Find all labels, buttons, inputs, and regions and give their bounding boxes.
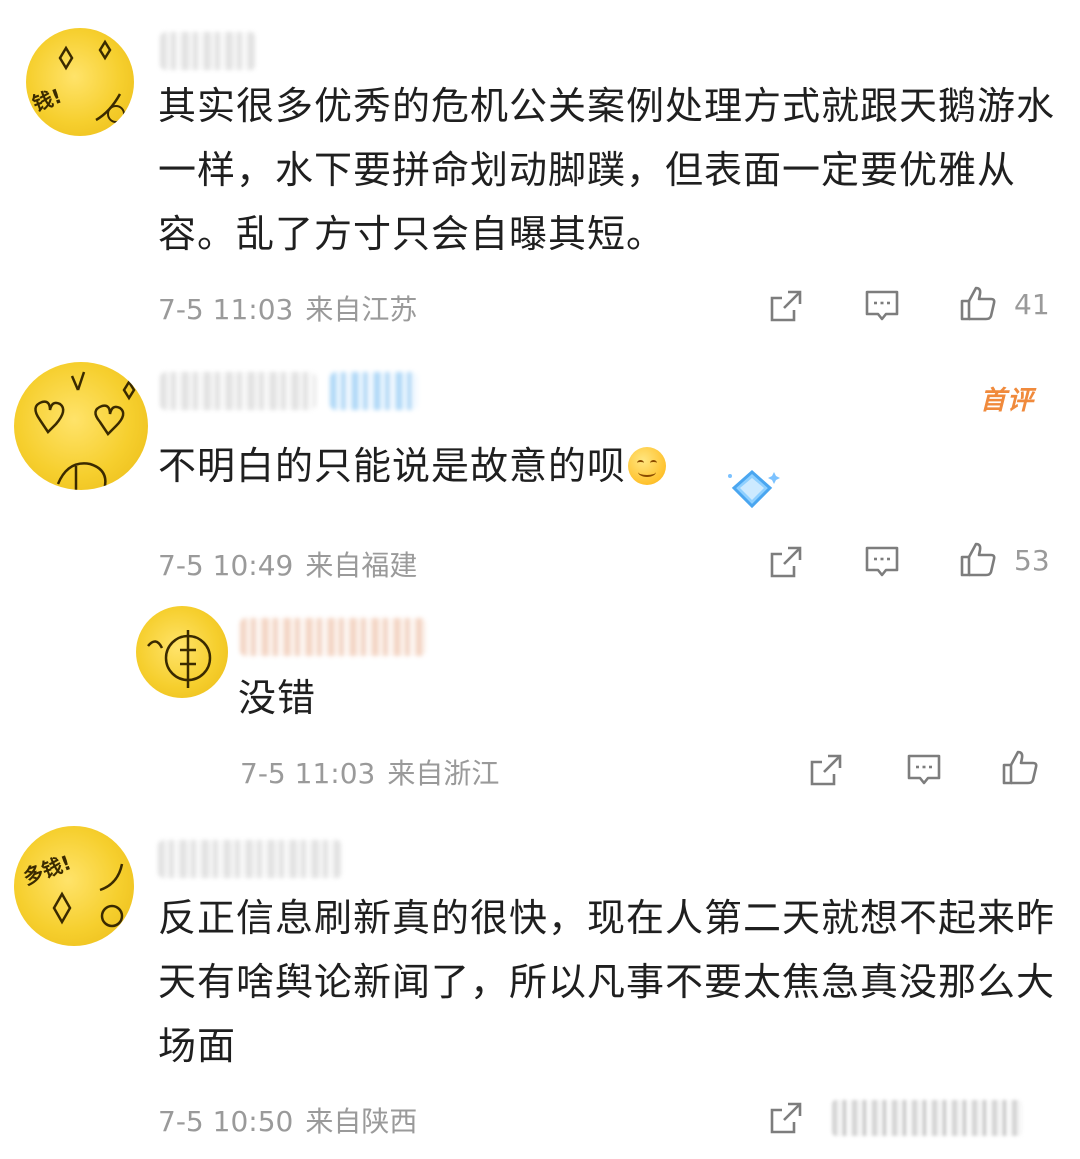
comment-time: 7-5 10:49 [158,549,294,582]
avatar[interactable]: 钱! [26,28,134,136]
comment-icon [865,290,899,321]
smile-emoji-icon [628,447,667,485]
comment-time: 7-5 11:03 [158,293,294,326]
comment-meta: 7-5 10:50 来自陕西 [158,1100,417,1140]
thumbs-up-icon [960,542,996,577]
avatar[interactable]: 多钱! [14,826,134,946]
diamond-sticker-icon [722,466,782,516]
comment-text: 不明白的只能说是故意的呗 [158,434,778,498]
comment-button[interactable] [904,750,944,790]
share-button[interactable] [806,750,846,790]
comment-icon [907,754,941,785]
thumbs-up-icon [960,286,996,321]
comment-text: 其实很多优秀的危机公关案例处理方式就跟天鹅游水一样，水下要拼命划动脚蹼，但表面一… [158,84,1056,256]
avatar[interactable] [136,606,228,698]
username-blurred[interactable] [160,32,256,70]
share-icon [770,290,802,322]
thumbs-up-icon [1002,750,1038,785]
username-blurred[interactable] [240,618,426,656]
like-button[interactable] [958,540,998,580]
comment-location: 来自福建 [305,549,418,582]
vip-badge-blurred [330,372,418,410]
share-icon [810,754,842,786]
comment-time: 7-5 10:50 [158,1105,294,1138]
avatar[interactable] [14,362,148,490]
comment-button[interactable] [862,542,902,582]
reply-location: 来自浙江 [387,757,500,790]
reply-time: 7-5 11:03 [240,757,376,790]
comment-meta: 7-5 10:49 来自福建 [158,544,417,584]
comment-location: 来自江苏 [305,293,418,326]
like-button[interactable] [1000,748,1040,788]
reply-meta: 7-5 11:03 来自浙江 [240,752,499,792]
avatar-doodle-icon [58,39,125,123]
comment-button[interactable] [862,286,902,326]
share-icon [770,1102,802,1134]
username-blurred[interactable] [160,372,316,410]
username-blurred[interactable] [158,840,342,878]
share-button[interactable] [766,1098,806,1138]
reply-text: 没错 [238,676,317,720]
comment-icon [865,546,899,577]
share-icon [770,546,802,578]
comment-location: 来自陕西 [305,1105,418,1138]
avatar-doodle-icon [34,371,136,490]
avatar-doodle-icon [147,630,212,688]
comment-text: 反正信息刷新真的很快，现在人第二天就想不起来昨天有啥舆论新闻了，所以凡事不要太焦… [158,896,1056,1068]
comment-text-body: 不明白的只能说是故意的呗 [158,444,627,488]
like-count: 41 [1014,288,1050,321]
watermark-blurred [832,1100,1022,1136]
first-comment-badge: 首评 [980,386,1035,416]
like-count: 53 [1014,544,1050,577]
like-button[interactable] [958,284,998,324]
share-button[interactable] [766,286,806,326]
comment-meta: 7-5 11:03 来自江苏 [158,288,417,328]
share-button[interactable] [766,542,806,582]
